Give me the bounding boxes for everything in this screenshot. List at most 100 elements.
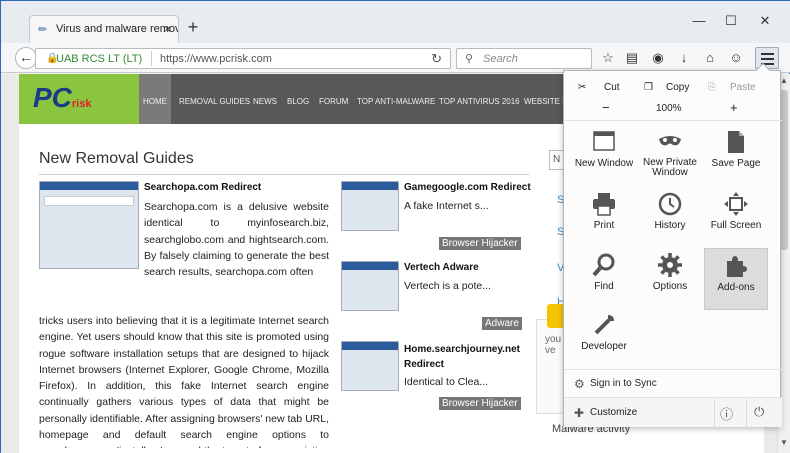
url-separator [151,51,152,66]
popup-yellow-button[interactable] [547,304,563,328]
smiley-icon[interactable]: ☺ [727,50,745,68]
pocket-icon[interactable]: ◉ [649,50,667,68]
bookmark-star-icon[interactable]: ☆ [599,50,617,68]
close-window-button[interactable]: ✕ [753,13,777,29]
print-button[interactable]: Print [572,191,636,251]
close-tab-icon[interactable]: × [164,22,171,36]
thumb-titlebar [342,262,398,270]
article-thumbnail[interactable] [39,181,139,269]
new-window-label: New Window [574,158,634,169]
developer-label: Developer [581,341,627,352]
logo-sub: risk [71,98,92,110]
nav-blog[interactable]: BLOG [287,97,309,106]
nav-website-s[interactable]: WEBSITE S [524,97,568,106]
back-button[interactable]: ← [15,47,37,69]
footer-divider [746,398,747,428]
save-page-icon [728,131,744,153]
find-button[interactable]: Find [572,252,636,312]
developer-button[interactable]: Developer [572,312,636,372]
side-article-title[interactable]: Gamegoogle.com Redirect [404,182,531,193]
browser-tab[interactable]: ✏ Virus and malware remov... × [29,15,179,43]
article-title[interactable]: Searchopa.com Redirect [144,182,261,193]
article-excerpt: tricks users into believing that it is a… [39,315,329,448]
side-article-text: Identical to Clea... [404,376,489,388]
copy-icon: ❐ [644,82,653,93]
nav-home[interactable]: HOME [139,74,171,124]
reading-list-icon[interactable]: ▤ [623,50,641,68]
full-screen-button[interactable]: Full Screen [704,191,768,251]
history-button[interactable]: History [638,191,702,251]
quit-icon[interactable]: ⏻ [754,404,764,420]
zoom-in-button[interactable]: + [730,100,738,115]
options-button[interactable]: Options [638,252,702,312]
section-title: New Removal Guides [39,150,194,167]
reload-icon[interactable]: ↻ [431,51,442,67]
print-icon [593,193,615,216]
fullscreen-icon [724,192,748,216]
nav-forum[interactable]: FORUM [319,97,348,106]
minimize-button[interactable]: — [687,13,711,28]
side-article-thumbnail[interactable] [341,181,399,231]
scroll-down-icon[interactable]: ▼ [780,438,788,447]
find-icon [592,253,615,277]
new-window-button[interactable]: New Window [572,129,636,189]
url-bar[interactable]: 🔒 UAB RCS LT (LT) https://www.pcrisk.com… [35,48,451,69]
history-label: History [654,220,686,231]
side-article-title[interactable]: Home.searchjourney.net Redirect [404,342,524,372]
divider [39,174,529,175]
side-article-thumbnail[interactable] [341,261,399,311]
menu-line [761,58,774,60]
category-badge[interactable]: Browser Hijacker [439,237,521,250]
nav-top-antivirus[interactable]: TOP ANTIVIRUS 2016 [439,97,520,106]
firefox-menu-panel: ✂ Cut ❐ Copy ⎘ Paste − 100% + New Window… [563,62,782,428]
category-badge[interactable]: Browser Hijacker [439,397,521,410]
side-article-text: Vertech is a pote... [404,280,491,292]
search-input[interactable]: ⚲ Search [456,48,592,69]
sign-in-label[interactable]: Sign in to Sync [590,378,657,389]
nav-news[interactable]: NEWS [253,97,277,106]
thumb-titlebar [342,342,398,350]
browser-window: ✏ Virus and malware remov... × + — ☐ ✕ ←… [0,0,790,453]
options-icon [658,253,682,277]
help-icon[interactable]: ⓘ [720,404,733,423]
save-page-button[interactable]: Save Page [704,129,768,189]
downloads-icon[interactable]: ↓ [675,50,693,68]
customize-button[interactable]: Customize [590,407,637,418]
thumb-titlebar [40,182,138,190]
paste-button[interactable]: Paste [730,82,756,93]
cut-button[interactable]: Cut [604,82,620,93]
navigation-bar: ← 🔒 UAB RCS LT (LT) https://www.pcrisk.c… [1,43,790,73]
new-window-icon [593,131,615,151]
url-text[interactable]: https://www.pcrisk.com [160,53,272,65]
paste-icon: ⎘ [708,82,716,93]
addons-icon [727,256,747,277]
footer-divider [714,398,715,428]
thumb-body [44,196,134,206]
sign-in-row[interactable]: ⚙ Sign in to Sync [564,369,782,397]
add-ons-button[interactable]: Add-ons [704,248,768,310]
favicon-icon: ✏ [38,24,48,36]
thumb-titlebar [342,182,398,190]
new-private-window-button[interactable]: New Private Window [638,129,702,189]
search-icon: ⚲ [465,53,474,65]
search-placeholder: Search [483,53,518,65]
site-identity[interactable]: UAB RCS LT (LT) [56,53,142,65]
cut-icon: ✂ [578,82,587,93]
side-article-thumbnail[interactable] [341,341,399,391]
full-screen-label: Full Screen [710,220,762,231]
new-tab-button[interactable]: + [183,18,203,38]
maximize-button[interactable]: ☐ [719,13,743,29]
tab-title: Virus and malware remov... [56,23,179,35]
zoom-out-button[interactable]: − [602,100,610,115]
nav-top-anti-malware[interactable]: TOP ANTI-MALWARE [357,97,435,106]
site-logo[interactable]: PCrisk [19,74,139,124]
edit-controls: ✂ Cut ❐ Copy ⎘ Paste [564,77,782,99]
zoom-reset-button[interactable]: 100% [656,103,682,114]
nav-removal-guides[interactable]: REMOVAL GUIDES [179,97,250,106]
zoom-controls: − 100% + [564,99,782,121]
save-page-label: Save Page [711,158,761,169]
copy-button[interactable]: Copy [666,82,689,93]
category-badge[interactable]: Adware [482,317,522,330]
home-icon[interactable]: ⌂ [701,50,719,68]
side-article-title[interactable]: Vertech Adware [404,262,479,273]
